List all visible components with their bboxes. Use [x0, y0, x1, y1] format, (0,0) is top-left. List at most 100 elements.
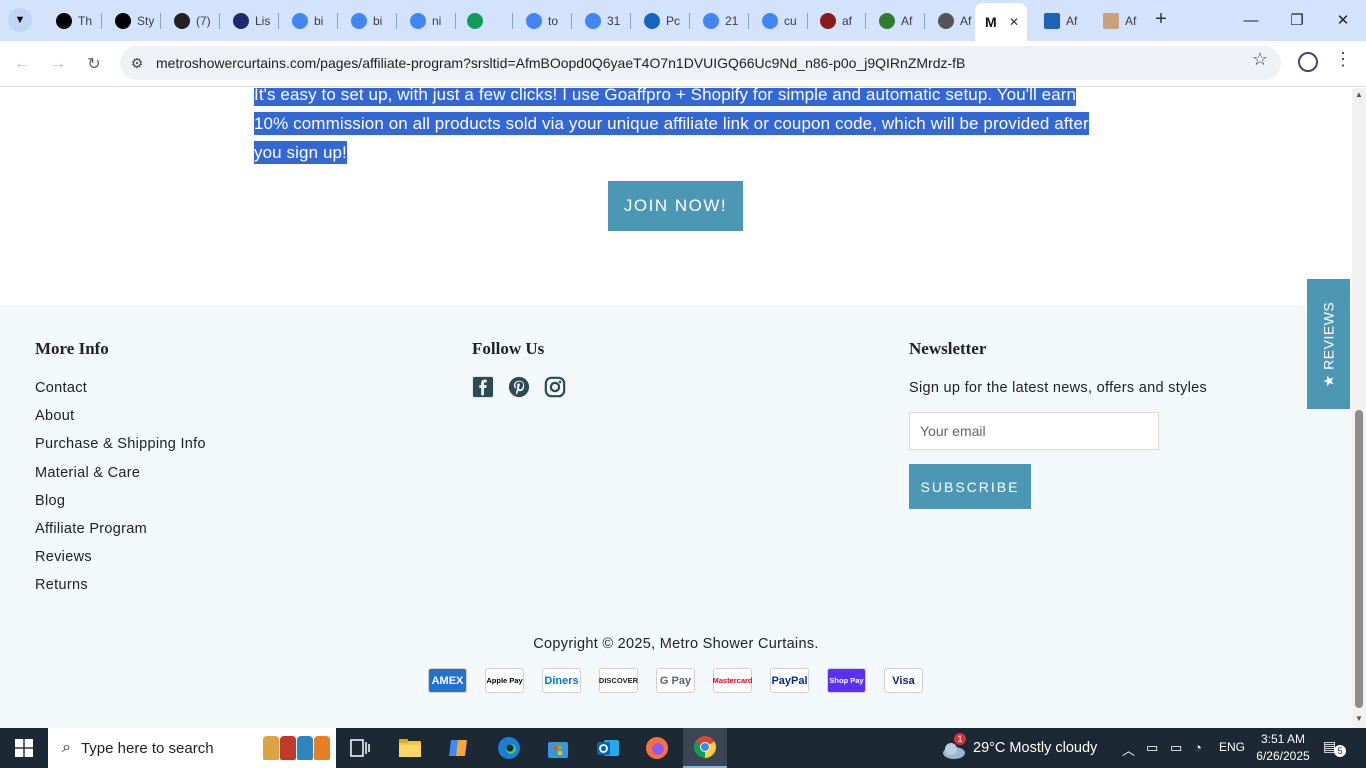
footer-link[interactable]: Reviews: [35, 549, 92, 565]
browser-tab-label: Af: [1125, 13, 1137, 28]
profile-icon[interactable]: [1298, 52, 1318, 72]
bookmark-star-icon[interactable]: ☆: [1252, 49, 1268, 70]
payment-icon: Diners: [542, 668, 581, 693]
browser-tab[interactable]: Af: [1032, 6, 1090, 35]
threads-icon: [115, 12, 131, 29]
browser-toolbar: ← → ↻ ⚙ metroshowercurtains.com/pages/af…: [0, 41, 1366, 87]
footer-link[interactable]: Purchase & Shipping Info: [35, 436, 206, 452]
google-icon: [526, 12, 542, 29]
weather-text[interactable]: 29°C Mostly cloudy: [973, 740, 1097, 756]
network-wifi-icon[interactable]: ◔: [1194, 740, 1202, 755]
new-tab-button[interactable]: +: [1150, 8, 1172, 30]
scroll-up-arrow-icon[interactable]: ▲: [1355, 90, 1363, 99]
browser-tab[interactable]: cu: [750, 6, 808, 35]
taskbar-search-box[interactable]: ⌕ Type here to search: [48, 728, 336, 768]
payment-icon: G Pay: [656, 668, 695, 693]
browser-tab[interactable]: Sty: [103, 6, 161, 35]
xenforo-icon: [644, 12, 660, 29]
facebook-icon[interactable]: [471, 375, 495, 399]
edge-icon[interactable]: [495, 734, 523, 762]
vertical-scrollbar[interactable]: ▲ ▼: [1352, 88, 1366, 728]
minimize-button[interactable]: —: [1236, 7, 1266, 33]
tab-strip: ▼ Th Sty (7) Lis bi bi ni to 31 Pc 21 cu af Af Af M ✕ Af A…: [0, 0, 1366, 41]
browser-tab[interactable]: Pc: [632, 6, 690, 35]
browser-tab-active[interactable]: M ✕: [975, 3, 1027, 41]
payment-icon: PayPal: [770, 668, 809, 693]
footer-link[interactable]: Contact: [35, 380, 87, 396]
more-info-heading: More Info: [35, 339, 109, 358]
close-tab-icon[interactable]: ✕: [1009, 15, 1019, 29]
footer-link[interactable]: About: [35, 408, 74, 424]
web-page: It's easy to set up, with just a few cli…: [0, 88, 1352, 728]
back-button[interactable]: ←: [8, 50, 36, 78]
address-bar[interactable]: ⚙ metroshowercurtains.com/pages/affiliat…: [120, 46, 1281, 80]
weather-icon[interactable]: 1: [940, 733, 968, 763]
microsoft-store-icon[interactable]: [544, 734, 572, 762]
clock[interactable]: 3:51 AM 6/26/2025: [1253, 731, 1313, 765]
email-field[interactable]: [909, 412, 1159, 450]
url-text[interactable]: metroshowercurtains.com/pages/affiliate-…: [156, 55, 965, 71]
scroll-thumb[interactable]: [1355, 410, 1363, 708]
chrome-taskbar-icon[interactable]: [683, 728, 727, 768]
payment-icon: Visa: [884, 668, 923, 693]
browser-tab[interactable]: Af: [1091, 6, 1149, 35]
meet-now-icon[interactable]: ▭: [1146, 740, 1158, 756]
reload-button[interactable]: ↻: [80, 50, 108, 78]
start-button[interactable]: [0, 728, 48, 768]
payment-icon: Apple Pay: [485, 668, 524, 693]
browser-tab-label: bi: [373, 13, 383, 28]
browser-tab-label: Lis: [255, 13, 271, 28]
notification-center-icon[interactable]: ▤ 5: [1323, 738, 1346, 758]
browser-tab[interactable]: Th: [44, 6, 102, 35]
browser-tab[interactable]: af: [808, 6, 866, 35]
browser-tab[interactable]: [455, 6, 513, 35]
affiliate-description: It's easy to set up, with just a few cli…: [254, 88, 1104, 167]
footer-link[interactable]: Material & Care: [35, 465, 140, 481]
site-info-icon[interactable]: ⚙: [120, 55, 154, 72]
browser-tab[interactable]: to: [514, 6, 572, 35]
clock-time: 3:51 AM: [1260, 732, 1306, 746]
pinterest-icon[interactable]: [507, 375, 531, 399]
browser-tab-label: to: [548, 13, 559, 28]
battery-icon[interactable]: ▭: [1170, 740, 1182, 756]
browser-tab[interactable]: Af: [867, 6, 925, 35]
browser-tab[interactable]: ni: [398, 6, 456, 35]
file-explorer-icon[interactable]: [396, 734, 424, 762]
browser-tab-label: af: [842, 13, 853, 28]
footer-link[interactable]: Returns: [35, 577, 88, 593]
restore-button[interactable]: ❐: [1282, 7, 1312, 33]
browser-tab-label: ni: [432, 13, 442, 28]
outlook-icon[interactable]: [594, 734, 622, 762]
browser-tab[interactable]: 21: [691, 6, 749, 35]
payment-icon: Mastercard: [712, 668, 753, 693]
browser-tab[interactable]: bi: [339, 6, 397, 35]
scroll-down-arrow-icon[interactable]: ▼: [1355, 714, 1363, 723]
curtain-icon: [938, 12, 954, 29]
footer-link[interactable]: Blog: [35, 493, 65, 509]
tab-search-button[interactable]: ▼: [8, 8, 32, 32]
subscribe-button[interactable]: SUBSCRIBE: [909, 464, 1031, 509]
menu-kebab-icon[interactable]: ⋮: [1334, 49, 1352, 70]
language-indicator[interactable]: ENG: [1219, 740, 1245, 754]
reviews-side-tab[interactable]: ★ REVIEWS: [1307, 279, 1350, 409]
browser-tab-label: bi: [314, 13, 324, 28]
forward-button[interactable]: →: [44, 50, 72, 78]
google-icon: [410, 12, 426, 29]
google-icon: [292, 12, 308, 29]
close-window-button[interactable]: ✕: [1328, 7, 1358, 33]
browser-tab[interactable]: (7): [162, 6, 220, 35]
browser-tab[interactable]: Lis: [221, 6, 279, 35]
curtain-icon: [1103, 12, 1119, 29]
browser-tab-label: (7): [196, 13, 211, 28]
browser-tab[interactable]: 31: [573, 6, 631, 35]
browser-tab[interactable]: bi: [280, 6, 338, 35]
instagram-icon[interactable]: [543, 375, 567, 399]
task-view-icon[interactable]: [346, 734, 374, 762]
copilot-icon[interactable]: [445, 734, 473, 762]
threads-icon: [56, 12, 72, 29]
firefox-icon[interactable]: [643, 734, 671, 762]
tray-chevron-up-icon[interactable]: ︿: [1122, 740, 1135, 759]
site-footer: More Info Contact About Purchase & Shippin…: [0, 305, 1352, 728]
join-now-button[interactable]: JOIN NOW!: [608, 181, 743, 231]
footer-link[interactable]: Affiliate Program: [35, 521, 147, 537]
